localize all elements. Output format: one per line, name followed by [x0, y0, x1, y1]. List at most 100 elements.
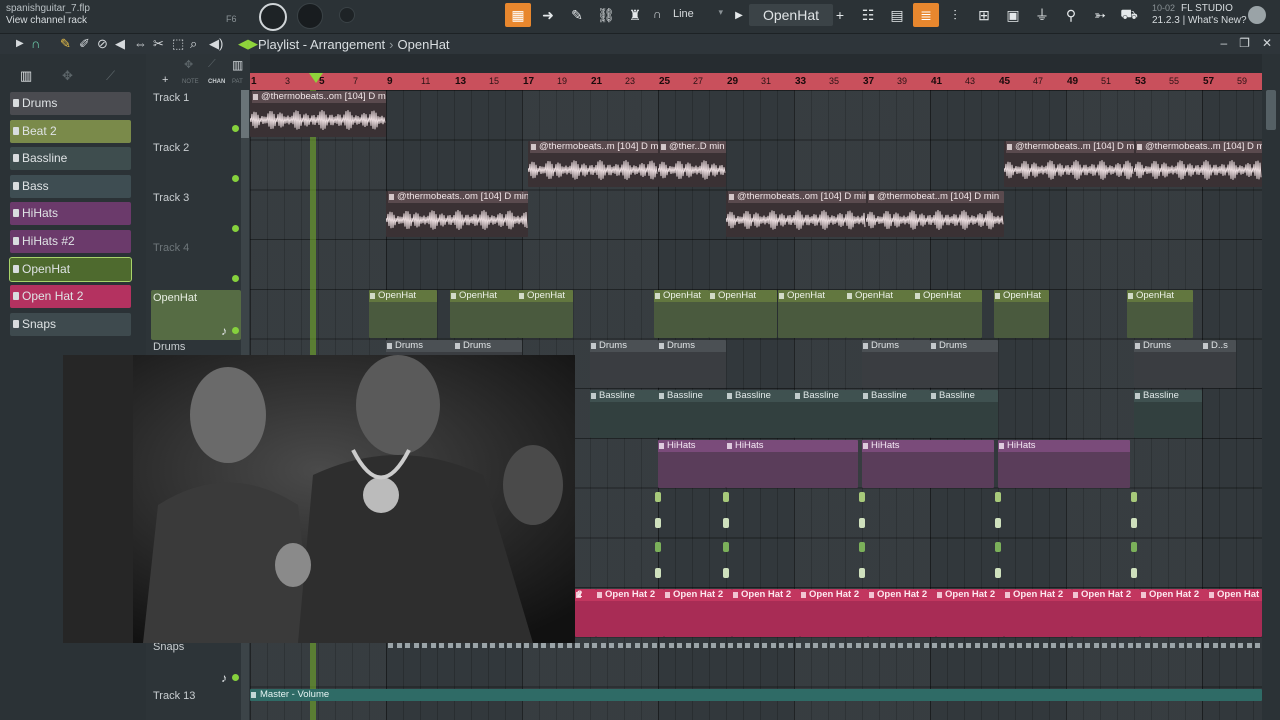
pattern-clip-drums[interactable]: Drums — [658, 340, 726, 388]
track-name[interactable]: Track 2 — [153, 142, 189, 154]
snap-note[interactable] — [651, 643, 657, 648]
snap-mode-select[interactable]: ∩ Line ▾ — [653, 7, 725, 23]
mini-note[interactable] — [723, 492, 729, 502]
mini-note[interactable] — [859, 518, 865, 528]
snap-note[interactable] — [881, 643, 886, 648]
ruler-bar-number[interactable]: 53 — [1135, 76, 1146, 87]
snap-note[interactable] — [626, 643, 631, 648]
pattern-clip-openhat2[interactable]: 2 — [575, 589, 596, 637]
snap-note[interactable] — [481, 643, 487, 648]
pattern-clip-openhat2[interactable]: Open Hat 2 — [1140, 589, 1208, 637]
snap-note[interactable] — [396, 643, 402, 648]
pattern-clip-openhat2[interactable]: Open Hat 2 — [1208, 589, 1262, 637]
ruler-bar-number[interactable]: 13 — [455, 76, 466, 87]
play-pattern-icon[interactable]: ▶ — [731, 3, 747, 27]
scrollbar-thumb[interactable] — [1266, 90, 1276, 130]
snap-note[interactable] — [915, 643, 920, 648]
snap-note[interactable] — [983, 643, 988, 648]
picker-item[interactable]: HiHats — [10, 202, 131, 226]
track-mute-led[interactable] — [232, 125, 239, 132]
cart-icon[interactable]: ⛟ — [1116, 3, 1142, 27]
snap-note[interactable] — [609, 643, 614, 648]
snap-note[interactable] — [617, 643, 623, 648]
track-header[interactable]: Track 13 — [151, 688, 241, 720]
ruler-bar-number[interactable]: 35 — [829, 76, 839, 86]
snap-note[interactable] — [600, 643, 606, 648]
stamp-icon[interactable]: ♜ — [622, 3, 648, 27]
snap-note[interactable] — [1102, 643, 1107, 648]
pattern-clip-openhat2[interactable]: Open Hat 2 — [936, 589, 1004, 637]
pattern-clip-openhat2[interactable]: Open Hat 2 — [664, 589, 732, 637]
ruler-bar-number[interactable]: 51 — [1101, 76, 1111, 86]
master-volume-knob[interactable] — [259, 3, 287, 31]
picker-item[interactable]: Drums — [10, 92, 131, 115]
pattern-clip-drums[interactable]: Drums — [862, 340, 930, 388]
snap-note[interactable] — [473, 643, 478, 648]
pattern-clip-openhat[interactable]: OpenHat — [654, 290, 709, 338]
snap-note[interactable] — [966, 643, 971, 648]
snap-note[interactable] — [1229, 643, 1235, 648]
track-mute-led[interactable] — [232, 275, 239, 282]
picker-item[interactable]: Bassline — [10, 147, 131, 171]
snap-note[interactable] — [1255, 643, 1260, 648]
snap-note[interactable] — [405, 643, 410, 648]
select-icon[interactable]: ⬚ — [172, 36, 184, 52]
ruler-bar-number[interactable]: 45 — [999, 76, 1010, 87]
snap-note[interactable] — [770, 643, 776, 648]
browser-icon[interactable]: ⊞ — [971, 3, 997, 27]
ruler-bar-number[interactable]: 37 — [863, 76, 874, 87]
mini-note[interactable] — [1131, 568, 1137, 578]
pattern-clip-openhat2[interactable]: Open Hat 2 — [1004, 589, 1072, 637]
mini-note[interactable] — [859, 492, 865, 502]
pattern-clip-openhat2[interactable]: Open Hat 2 — [1072, 589, 1140, 637]
snap-note[interactable] — [949, 643, 954, 648]
snap-note[interactable] — [796, 643, 801, 648]
snap-note[interactable] — [872, 643, 878, 648]
audio-clip[interactable]: @thermobeats..m [104] D min — [1134, 141, 1262, 187]
draw-icon[interactable]: ⟋ — [208, 58, 216, 71]
mini-note[interactable] — [655, 518, 661, 528]
snap-note[interactable] — [1178, 643, 1184, 648]
snap-note[interactable] — [1076, 643, 1082, 648]
snap-note[interactable] — [439, 643, 444, 648]
slice-icon[interactable]: ✂ — [153, 36, 164, 52]
pattern-clip-openhat2[interactable]: Open Hat 2 — [868, 589, 936, 637]
snap-note[interactable] — [847, 643, 852, 648]
snap-note[interactable] — [660, 643, 665, 648]
mini-note[interactable] — [655, 492, 661, 502]
mini-note[interactable] — [995, 518, 1001, 528]
snap-note[interactable] — [677, 643, 682, 648]
snap-note[interactable] — [515, 643, 521, 648]
pattern-clip-bassline[interactable]: Bassline — [794, 390, 862, 438]
snap-note[interactable] — [1000, 643, 1005, 648]
snap-note[interactable] — [906, 643, 912, 648]
pattern-clip-openhat2[interactable]: Open Hat 2 — [596, 589, 664, 637]
track-mute-led[interactable] — [232, 327, 239, 334]
snap-note[interactable] — [728, 643, 733, 648]
track-name[interactable]: Track 13 — [153, 690, 195, 702]
audio-clip[interactable]: @thermobeats..om [104] D min — [386, 191, 528, 237]
ruler-bar-number[interactable]: 29 — [727, 76, 738, 87]
mixer-icon[interactable]: ≣ — [913, 3, 939, 27]
pattern-clip-openhat2[interactable]: Open Hat 2 — [732, 589, 800, 637]
snap-note[interactable] — [762, 643, 767, 648]
pattern-clip-drums[interactable]: Drums — [1134, 340, 1202, 388]
audio-clip[interactable]: @thermobeat..m [104] D min — [866, 191, 1004, 237]
snap-note[interactable] — [1195, 643, 1201, 648]
snap-note[interactable] — [643, 643, 648, 648]
pattern-clip-hihats[interactable]: HiHats — [726, 440, 858, 488]
minimize-icon[interactable]: – — [1220, 36, 1227, 50]
snap-note[interactable] — [1059, 643, 1065, 648]
version-news-link[interactable]: 21.2.3 | What's New? — [1152, 15, 1247, 26]
pattern-selector[interactable]: OpenHat — [749, 4, 833, 26]
audio-clip[interactable]: @thermobeats..om [104] D min — [726, 191, 866, 237]
snap-note[interactable] — [821, 643, 827, 648]
mini-note[interactable] — [1131, 542, 1137, 552]
zoom-icon[interactable]: ⌕ — [190, 36, 197, 52]
ruler-bar-number[interactable]: 21 — [591, 76, 602, 87]
track-header[interactable]: Track 2 — [151, 140, 241, 188]
track-header[interactable]: Track 3 — [151, 190, 241, 238]
ruler-bar-number[interactable]: 17 — [523, 76, 534, 87]
timeline-ruler[interactable]: 1 3 5 7 9 11 13 15 17 19 21 23 25 27 29 31 33 35 37 39 41 43 4… — [250, 73, 1262, 90]
ruler-bar-number[interactable]: 27 — [693, 76, 703, 86]
